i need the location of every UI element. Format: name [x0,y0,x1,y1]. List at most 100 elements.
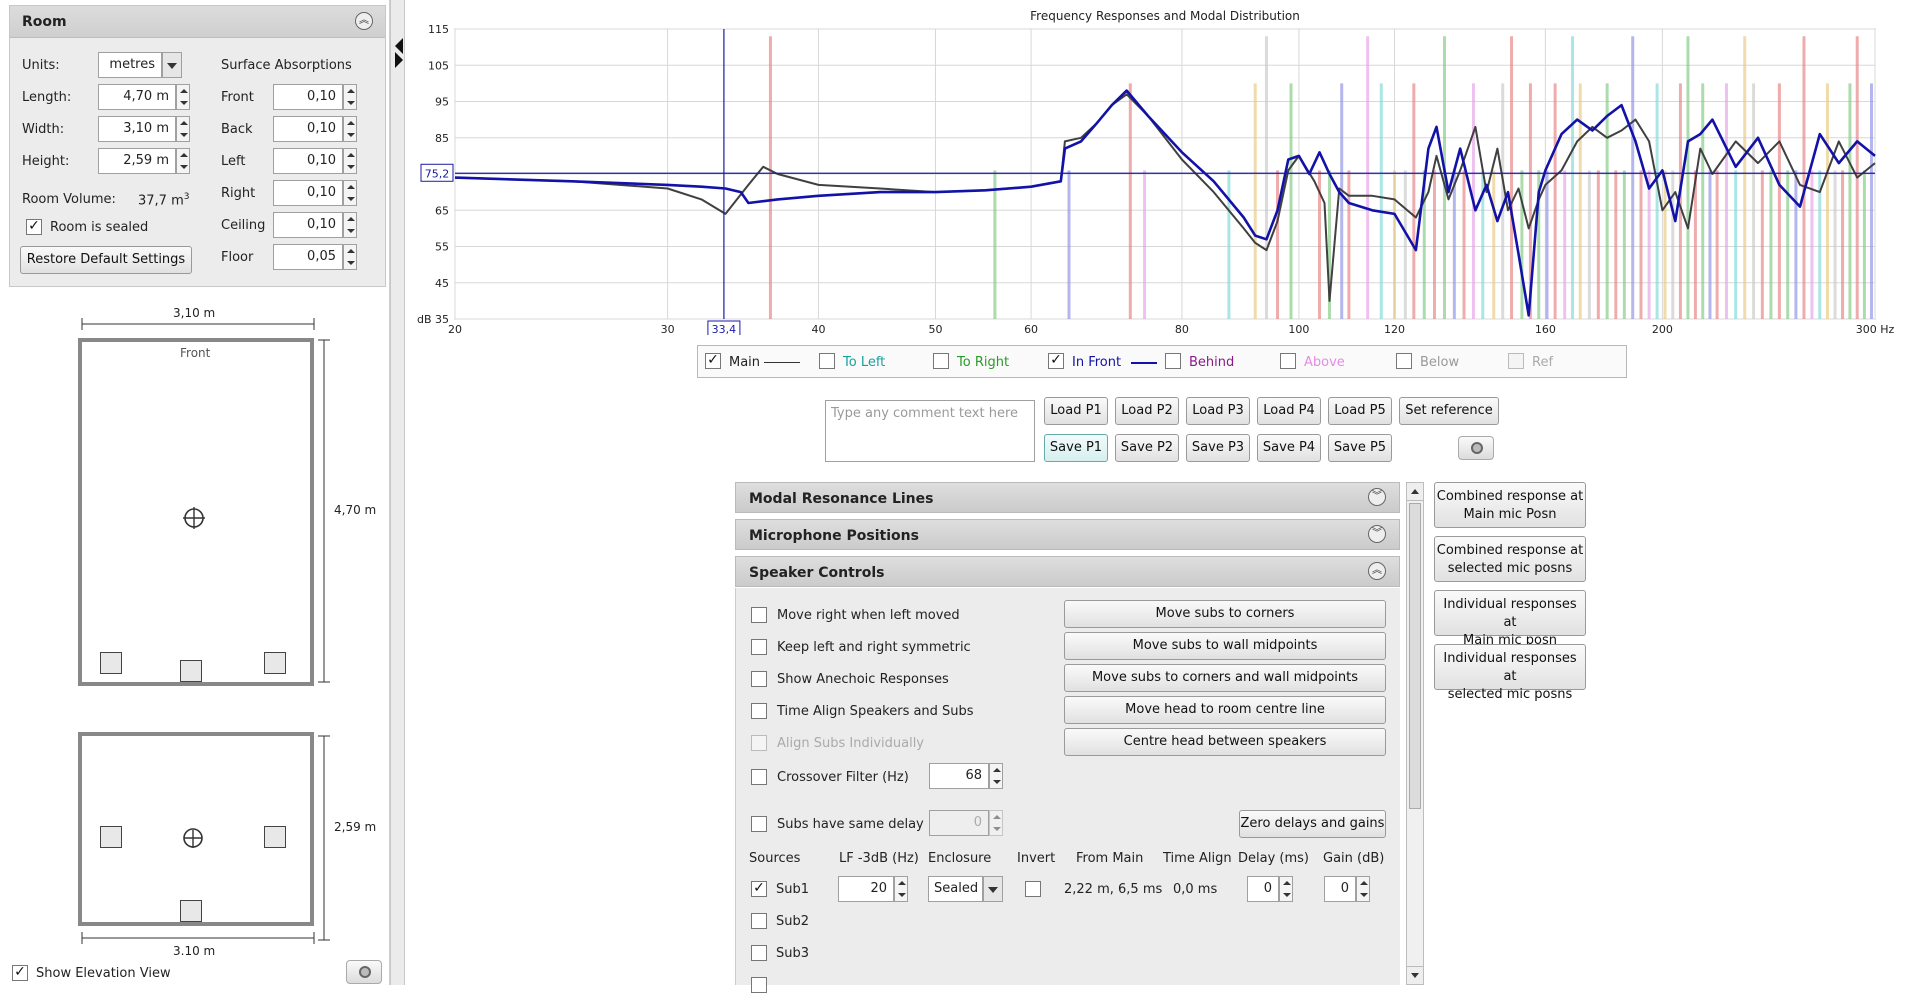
chart-camera-icon[interactable] [1458,436,1494,460]
sub1-lf-input[interactable]: 20 [838,876,894,902]
length-input[interactable]: 4,70 m [98,84,176,110]
move-head-centre-button[interactable]: Move head to room centre line [1064,696,1386,724]
speaker-controls-section-header[interactable]: Speaker Controls ︽ [735,556,1400,587]
combined-selected-mics-button[interactable]: Combined response at selected mic posns [1434,536,1586,582]
move-subs-midpoints-button[interactable]: Move subs to wall midpoints [1064,632,1386,660]
legend-to-right-checkbox[interactable] [933,353,949,369]
sub1-invert-checkbox[interactable] [1025,881,1041,897]
same-delay-spinner[interactable] [989,810,1003,836]
collapse-up-icon[interactable]: ︽ [355,12,373,30]
sub1-gain-spinner[interactable] [1356,876,1370,902]
sub1-delay-spinner[interactable] [1279,876,1293,902]
load-p4-button[interactable]: Load P4 [1257,397,1321,425]
save-p3-button[interactable]: Save P3 [1186,434,1250,462]
expand-down-icon[interactable]: ︾ [1368,488,1386,506]
legend-ref-checkbox[interactable] [1508,353,1524,369]
keep-symmetric-checkbox[interactable] [751,639,767,655]
room-plan-view[interactable]: Front [78,338,314,686]
absorption-front-spinner[interactable] [343,84,357,110]
enclosure-dropdown-arrow-icon[interactable] [983,876,1003,902]
load-p2-button[interactable]: Load P2 [1115,397,1179,425]
legend-below-checkbox[interactable] [1396,353,1412,369]
legend-main-checkbox[interactable]: ✓ [705,353,721,369]
individual-main-mic-button[interactable]: Individual responses at Main mic posn [1434,590,1586,648]
set-reference-button[interactable]: Set reference [1399,397,1499,425]
load-p3-button[interactable]: Load P3 [1186,397,1250,425]
move-right-checkbox[interactable] [751,607,767,623]
units-select[interactable]: metres [98,52,162,78]
sub3-checkbox[interactable] [751,945,767,961]
crossover-input[interactable]: 68 [929,763,989,789]
expand-down-icon[interactable]: ︾ [1368,525,1386,543]
sub1-gain-input[interactable]: 0 [1324,876,1356,902]
absorption-right-input[interactable]: 0,10 [273,180,343,206]
scroll-down-arrow-icon[interactable] [1407,966,1423,984]
height-input[interactable]: 2,59 m [98,148,176,174]
save-p5-button[interactable]: Save P5 [1328,434,1392,462]
absorption-floor-spinner[interactable] [343,244,357,270]
time-align-checkbox[interactable] [751,703,767,719]
absorption-ceiling-input[interactable]: 0,10 [273,212,343,238]
sub2-checkbox[interactable] [751,913,767,929]
left-speaker-icon[interactable] [100,652,122,674]
expand-right-arrow-icon[interactable] [395,52,403,68]
absorption-right-spinner[interactable] [343,180,357,206]
sub1-checkbox[interactable]: ✓ [751,881,767,897]
scroll-up-arrow-icon[interactable] [1407,483,1423,501]
camera-icon[interactable] [346,960,382,984]
show-elevation-checkbox[interactable]: ✓ [12,965,28,981]
save-p4-button[interactable]: Save P4 [1257,434,1321,462]
width-input[interactable]: 3,10 m [98,116,176,142]
zero-delays-button[interactable]: Zero delays and gains [1239,810,1386,838]
sub1-lf-spinner[interactable] [894,876,908,902]
same-delay-checkbox[interactable] [751,816,767,832]
sub4-checkbox[interactable] [751,977,767,993]
chart-svg[interactable]: 20 30 40 50 60 80 100 120 160 200 300 Hz 115 105 95 85… [410,5,1920,335]
load-p1-button[interactable]: Load P1 [1044,397,1108,425]
legend-behind-checkbox[interactable] [1165,353,1181,369]
save-p2-button[interactable]: Save P2 [1115,434,1179,462]
frequency-response-chart[interactable]: 20 30 40 50 60 80 100 120 160 200 300 Hz 115 105 95 85… [410,5,1920,335]
same-delay-input[interactable]: 0 [929,810,989,836]
crossover-checkbox[interactable] [751,769,767,785]
modal-resonance-section-header[interactable]: Modal Resonance Lines ︾ [735,482,1400,513]
height-spinner[interactable] [176,148,190,174]
scrollbar-thumb[interactable] [1409,503,1421,809]
legend-in-front-checkbox[interactable]: ✓ [1048,353,1064,369]
absorption-floor-input[interactable]: 0,05 [273,244,343,270]
microphone-positions-section-header[interactable]: Microphone Positions ︾ [735,519,1400,550]
sub1-elevation-icon[interactable] [180,900,202,922]
legend-to-left-checkbox[interactable] [819,353,835,369]
legend-above-checkbox[interactable] [1280,353,1296,369]
sub1-speaker-icon[interactable] [180,660,202,682]
room-elevation-view[interactable] [78,732,314,926]
absorption-left-spinner[interactable] [343,148,357,174]
room-sealed-checkbox[interactable]: ✓ [26,219,42,235]
align-subs-checkbox[interactable] [751,735,767,751]
absorption-back-spinner[interactable] [343,116,357,142]
right-speaker-icon[interactable] [264,652,286,674]
controls-scrollbar[interactable] [1406,482,1424,985]
restore-defaults-button[interactable]: Restore Default Settings [20,246,192,274]
comment-textarea[interactable]: Type any comment text here [825,400,1035,462]
listener-head-elevation-icon[interactable] [181,826,205,850]
individual-selected-mics-button[interactable]: Individual responses at selected mic pos… [1434,644,1586,702]
left-speaker-elevation-icon[interactable] [100,826,122,848]
room-panel-header[interactable]: Room ︽ [10,6,385,38]
sub1-delay-input[interactable]: 0 [1247,876,1279,902]
centre-head-button[interactable]: Centre head between speakers [1064,728,1386,756]
absorption-ceiling-spinner[interactable] [343,212,357,238]
anechoic-checkbox[interactable] [751,671,767,687]
length-spinner[interactable] [176,84,190,110]
listener-head-icon[interactable] [182,506,206,530]
right-speaker-elevation-icon[interactable] [264,826,286,848]
combined-main-mic-button[interactable]: Combined response at Main mic Posn [1434,482,1586,528]
absorption-back-input[interactable]: 0,10 [273,116,343,142]
load-p5-button[interactable]: Load P5 [1328,397,1392,425]
collapse-up-icon[interactable]: ︽ [1368,562,1386,580]
save-p1-button[interactable]: Save P1 [1044,434,1108,462]
absorption-left-input[interactable]: 0,10 [273,148,343,174]
width-spinner[interactable] [176,116,190,142]
crossover-spinner[interactable] [989,763,1003,789]
units-dropdown-arrow-icon[interactable] [162,52,182,78]
